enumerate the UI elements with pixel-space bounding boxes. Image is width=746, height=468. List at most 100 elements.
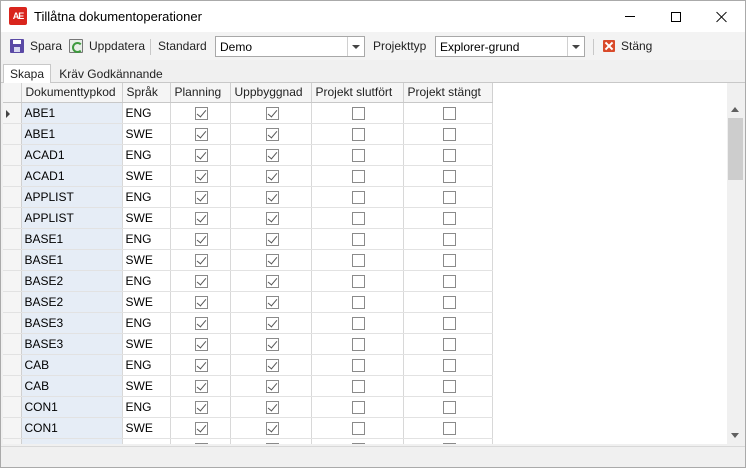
column-header-projekt-slutfort[interactable]: Projekt slutfört [311,83,404,103]
table-row[interactable]: ABE1 ENG [3,102,493,124]
close-window-button[interactable] [699,1,745,32]
cell-dokumenttypkod[interactable]: BASE2 [21,270,123,292]
uppbyggnad-checkbox[interactable] [265,379,279,393]
cell-sprak[interactable]: ENG [122,396,171,418]
cell-dokumenttypkod[interactable]: BASE2 [21,291,123,313]
stangt-checkbox[interactable] [442,295,456,309]
cell-dokumenttypkod[interactable]: CAB [21,375,123,397]
column-header-planning[interactable]: Planning [170,83,231,103]
planning-checkbox[interactable] [195,400,208,414]
cell-dokumenttypkod[interactable]: ACAD1 [21,165,123,187]
stangt-checkbox[interactable] [442,148,456,162]
table-row[interactable] [3,438,493,444]
scroll-down-arrow-icon[interactable] [731,433,739,438]
row-selector[interactable] [3,270,22,292]
save-button[interactable]: Spara [10,36,62,56]
stangt-checkbox[interactable] [442,421,456,435]
standard-dropdown-button[interactable] [347,37,364,56]
stangt-checkbox[interactable] [442,337,456,351]
slutfort-checkbox[interactable] [352,127,365,141]
scrollbar-thumb[interactable] [728,118,743,180]
slutfort-checkbox[interactable] [352,316,365,330]
cell-sprak[interactable]: ENG [122,144,171,166]
uppbyggnad-checkbox[interactable] [265,358,279,372]
table-row[interactable]: BASE2 ENG [3,270,493,292]
table-row[interactable]: BASE3 SWE [3,333,493,355]
row-selector[interactable] [3,375,22,397]
uppbyggnad-checkbox[interactable] [265,169,279,183]
cell-sprak[interactable] [122,438,171,444]
table-row[interactable]: ABE1 SWE [3,123,493,145]
tab-skapa[interactable]: Skapa [3,64,51,84]
cell-sprak[interactable]: SWE [122,207,171,229]
cell-sprak[interactable]: ENG [122,186,171,208]
row-selector[interactable] [3,165,22,187]
slutfort-checkbox[interactable] [352,295,365,309]
cell-sprak[interactable]: ENG [122,270,171,292]
slutfort-checkbox[interactable] [352,421,365,435]
column-header-uppbyggnad[interactable]: Uppbyggnad [230,83,312,103]
column-header-projekt-stangt[interactable]: Projekt stängt [403,83,493,103]
stangt-checkbox[interactable] [442,442,456,444]
stangt-checkbox[interactable] [442,253,456,267]
slutfort-checkbox[interactable] [352,358,365,372]
slutfort-checkbox[interactable] [352,253,365,267]
slutfort-checkbox[interactable] [352,337,365,351]
cell-sprak[interactable]: SWE [122,249,171,271]
cell-dokumenttypkod[interactable] [21,438,123,444]
table-row[interactable]: CON1 ENG [3,396,493,418]
cell-dokumenttypkod[interactable]: ACAD1 [21,144,123,166]
cell-dokumenttypkod[interactable]: ABE1 [21,102,123,124]
stangt-checkbox[interactable] [442,127,456,141]
table-row[interactable]: BASE1 ENG [3,228,493,250]
uppbyggnad-checkbox[interactable] [265,127,279,141]
planning-checkbox[interactable] [195,442,208,444]
projecttype-select[interactable]: Explorer-grund [435,36,585,57]
slutfort-checkbox[interactable] [352,274,365,288]
column-header-dokumenttypkod[interactable]: Dokumenttypkod [21,83,123,103]
stangt-checkbox[interactable] [442,316,456,330]
uppbyggnad-checkbox[interactable] [265,442,279,444]
cell-sprak[interactable]: SWE [122,123,171,145]
standard-select[interactable]: Demo [215,36,365,57]
cell-dokumenttypkod[interactable]: APPLIST [21,186,123,208]
table-row[interactable]: CON1 SWE [3,417,493,439]
slutfort-checkbox[interactable] [352,379,365,393]
planning-checkbox[interactable] [195,232,208,246]
cell-sprak[interactable]: SWE [122,333,171,355]
planning-checkbox[interactable] [195,190,208,204]
vertical-scrollbar[interactable] [727,101,744,444]
slutfort-checkbox[interactable] [352,190,365,204]
uppbyggnad-checkbox[interactable] [265,190,279,204]
cell-sprak[interactable]: SWE [122,417,171,439]
slutfort-checkbox[interactable] [352,400,365,414]
slutfort-checkbox[interactable] [352,442,365,444]
planning-checkbox[interactable] [195,358,208,372]
planning-checkbox[interactable] [195,421,208,435]
uppbyggnad-checkbox[interactable] [265,274,279,288]
cell-sprak[interactable]: ENG [122,102,171,124]
table-row[interactable]: APPLIST ENG [3,186,493,208]
row-selector[interactable] [3,249,22,271]
cell-sprak[interactable]: SWE [122,165,171,187]
table-row[interactable]: ACAD1 SWE [3,165,493,187]
uppbyggnad-checkbox[interactable] [265,232,279,246]
uppbyggnad-checkbox[interactable] [265,316,279,330]
stangt-checkbox[interactable] [442,211,456,225]
stangt-checkbox[interactable] [442,190,456,204]
cell-dokumenttypkod[interactable]: CAB [21,354,123,376]
row-selector[interactable] [3,291,22,313]
row-selector[interactable] [3,312,22,334]
row-selector[interactable] [3,144,22,166]
row-selector[interactable] [3,228,22,250]
table-row[interactable]: CAB ENG [3,354,493,376]
row-selector[interactable] [3,396,22,418]
cell-dokumenttypkod[interactable]: BASE1 [21,249,123,271]
row-selector[interactable] [3,102,22,124]
uppbyggnad-checkbox[interactable] [265,337,279,351]
cell-dokumenttypkod[interactable]: BASE1 [21,228,123,250]
cell-dokumenttypkod[interactable]: ABE1 [21,123,123,145]
planning-checkbox[interactable] [195,106,208,120]
planning-checkbox[interactable] [195,316,208,330]
tab-krav-godkannande[interactable]: Kräv Godkännande [57,65,165,84]
